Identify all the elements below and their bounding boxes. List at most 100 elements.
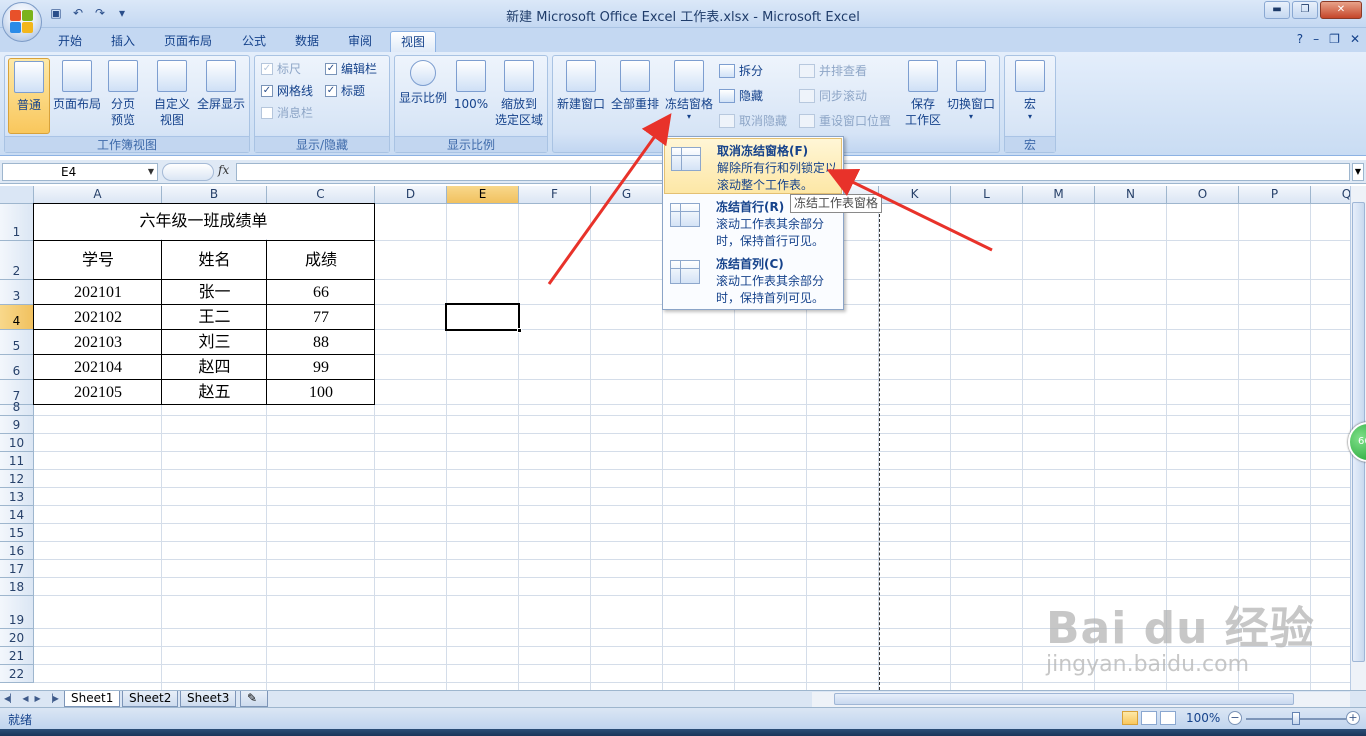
row-header-1[interactable]: 1 (0, 204, 34, 241)
table-cell[interactable]: 刘三 (162, 330, 267, 355)
unhide-button[interactable]: 取消隐藏 (719, 111, 787, 131)
zoom-out-button[interactable]: − (1228, 711, 1242, 725)
table-cell[interactable]: 赵五 (162, 380, 267, 405)
ruler-checkbox[interactable]: ✓ 标尺 (261, 59, 301, 79)
row-header-20[interactable]: 20 (0, 629, 34, 647)
row-header-8[interactable]: 8 (0, 400, 34, 416)
tab-insert[interactable]: 插入 (101, 31, 145, 52)
page-break-shortcut-icon[interactable] (1160, 711, 1176, 725)
row-header-4[interactable]: 4 (0, 305, 34, 330)
column-header-p[interactable]: P (1239, 186, 1311, 204)
horizontal-scrollbar[interactable] (812, 692, 1350, 707)
table-cell[interactable]: 202103 (34, 330, 162, 355)
table-cell[interactable]: 王二 (162, 305, 267, 330)
reset-position-button[interactable]: 重设窗口位置 (799, 111, 891, 131)
freeze-panes-button[interactable]: 冻结窗格 ▾ (663, 58, 715, 134)
doc-close-icon[interactable]: ✕ (1350, 32, 1360, 46)
row-header-13[interactable]: 13 (0, 488, 34, 506)
row-header-5[interactable]: 5 (0, 330, 34, 355)
table-cell[interactable]: 202101 (34, 280, 162, 305)
column-header-m[interactable]: M (1023, 186, 1095, 204)
table-cell[interactable]: 77 (267, 305, 375, 330)
minimize-button[interactable]: ▬ (1264, 1, 1290, 19)
split-button[interactable]: 拆分 (719, 61, 763, 81)
zoom-slider-thumb[interactable] (1292, 712, 1300, 725)
table-cell[interactable]: 202104 (34, 355, 162, 380)
column-header-f[interactable]: F (519, 186, 591, 204)
table-header-cell[interactable]: 成绩 (267, 241, 375, 280)
sheet-tab-2[interactable]: Sheet2 (122, 691, 179, 707)
chevron-down-icon[interactable]: ▼ (148, 164, 154, 180)
row-header-22[interactable]: 22 (0, 665, 34, 683)
hide-button[interactable]: 隐藏 (719, 86, 763, 106)
expand-formula-bar-button[interactable]: ▼ (1352, 163, 1364, 181)
column-header-a[interactable]: A (34, 186, 162, 204)
maximize-button[interactable]: ❐ (1292, 1, 1318, 19)
zoom-100-button[interactable]: 100% (451, 58, 491, 134)
sheet-title-cell[interactable]: 六年级一班成绩单 (33, 203, 374, 240)
prev-sheet-icon[interactable]: ◀ (22, 692, 28, 706)
page-layout-shortcut-icon[interactable] (1141, 711, 1157, 725)
zoom-level[interactable]: 100% (1186, 711, 1220, 725)
row-header-19[interactable]: 19 (0, 596, 34, 629)
zoom-in-button[interactable]: + (1346, 711, 1360, 725)
menu-freeze-first-column[interactable]: 冻结首列(C) 滚动工作表其余部分时，保持首列可见。 (664, 252, 842, 308)
doc-minimize-icon[interactable]: – (1313, 32, 1319, 46)
save-workspace-button[interactable]: 保存 工作区 (903, 58, 943, 134)
tab-formulas[interactable]: 公式 (232, 31, 276, 52)
help-icon[interactable]: ? (1297, 32, 1303, 46)
new-window-button[interactable]: 新建窗口 (555, 58, 607, 134)
row-header-15[interactable]: 15 (0, 524, 34, 542)
row-header-11[interactable]: 11 (0, 452, 34, 470)
row-header-3[interactable]: 3 (0, 280, 34, 305)
table-header-cell[interactable]: 学号 (34, 241, 162, 280)
row-header-18[interactable]: 18 (0, 578, 34, 596)
headings-checkbox[interactable]: ✓ 标题 (325, 81, 365, 101)
row-header-14[interactable]: 14 (0, 506, 34, 524)
row-header-17[interactable]: 17 (0, 560, 34, 578)
zoom-button[interactable]: 显示比例 (397, 58, 449, 134)
column-header-o[interactable]: O (1167, 186, 1239, 204)
column-header-b[interactable]: B (162, 186, 267, 204)
column-header-d[interactable]: D (375, 186, 447, 204)
name-box[interactable]: E4 ▼ (2, 163, 158, 181)
fill-handle[interactable] (517, 328, 522, 333)
last-sheet-icon[interactable]: ▕▶ (47, 692, 59, 706)
table-cell[interactable]: 99 (267, 355, 375, 380)
sheet-tab-3[interactable]: Sheet3 (180, 691, 237, 707)
page-layout-view-button[interactable]: 页面布局 (51, 58, 103, 134)
table-cell[interactable]: 100 (267, 380, 375, 405)
horizontal-scroll-thumb[interactable] (834, 693, 1294, 705)
column-header-q[interactable]: Q (1311, 186, 1350, 204)
tab-page-layout[interactable]: 页面布局 (154, 31, 222, 52)
active-cell-border[interactable] (445, 303, 522, 333)
tab-data[interactable]: 数据 (285, 31, 329, 52)
row-header-12[interactable]: 12 (0, 470, 34, 488)
table-header-cell[interactable]: 姓名 (162, 241, 267, 280)
switch-windows-button[interactable]: 切换窗口 ▾ (945, 58, 997, 134)
column-header-l[interactable]: L (951, 186, 1023, 204)
message-bar-checkbox[interactable]: 消息栏 (261, 103, 313, 123)
row-header-6[interactable]: 6 (0, 355, 34, 380)
column-header-c[interactable]: C (267, 186, 375, 204)
table-cell[interactable]: 66 (267, 280, 375, 305)
table-cell[interactable]: 202102 (34, 305, 162, 330)
menu-unfreeze-panes[interactable]: 取消冻结窗格(F) 解除所有行和列锁定以滚动整个工作表。 (664, 138, 842, 194)
table-cell[interactable]: 赵四 (162, 355, 267, 380)
column-header-n[interactable]: N (1095, 186, 1167, 204)
gridlines-checkbox[interactable]: ✓ 网格线 (261, 81, 313, 101)
row-header-21[interactable]: 21 (0, 647, 34, 665)
tab-review[interactable]: 审阅 (338, 31, 382, 52)
zoom-to-selection-button[interactable]: 缩放到 选定区域 (493, 58, 545, 134)
tab-view[interactable]: 视图 (390, 31, 437, 52)
insert-sheet-icon[interactable]: ✎ (240, 691, 268, 707)
office-button[interactable] (2, 2, 42, 42)
insert-function-button[interactable]: fx (218, 163, 229, 177)
column-header-g[interactable]: G (591, 186, 663, 204)
row-header-9[interactable]: 9 (0, 416, 34, 434)
column-header-k[interactable]: K (879, 186, 951, 204)
page-break-preview-button[interactable]: 分页 预览 (103, 58, 143, 134)
sync-scroll-button[interactable]: 同步滚动 (799, 86, 867, 106)
normal-view-shortcut-icon[interactable] (1122, 711, 1138, 725)
select-all-corner[interactable] (0, 186, 34, 204)
